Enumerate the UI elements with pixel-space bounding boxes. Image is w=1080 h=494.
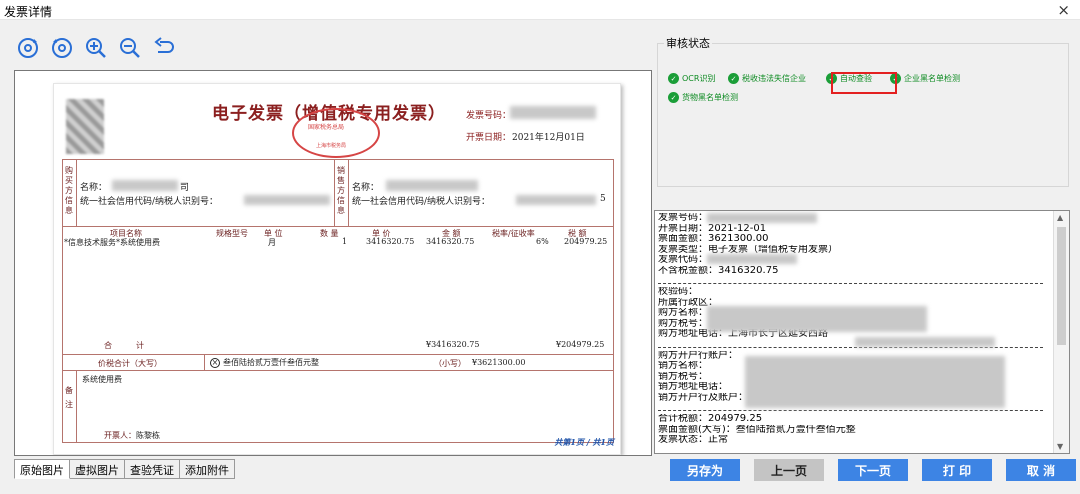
detail-line: 不含税金额：3416320.75 bbox=[658, 265, 779, 276]
zoom-out-icon[interactable] bbox=[116, 34, 144, 62]
redact-1 bbox=[707, 213, 817, 223]
redact-3 bbox=[707, 306, 927, 332]
check-icon: ✓ bbox=[668, 73, 679, 84]
zoom-in-icon[interactable] bbox=[82, 34, 110, 62]
cancel-button[interactable]: 取 消 bbox=[1006, 459, 1076, 481]
invoice-image-viewer[interactable]: 电子发票（增值税专用发票） 国家税务总局 上海市税务局 发票号码： 开票日期： … bbox=[14, 70, 652, 456]
invoice-date-label: 开票日期： bbox=[466, 133, 512, 143]
buyer-name-redacted bbox=[112, 180, 178, 191]
highlight-box bbox=[831, 72, 897, 94]
buyer-name-suffix: 司 bbox=[180, 183, 190, 193]
chip-goods-blacklist-label: 货物黑名单检测 bbox=[682, 93, 738, 102]
item-amount: 3416320.75 bbox=[426, 237, 475, 246]
redact-4 bbox=[855, 337, 995, 347]
col-header-spec: 规格型号 bbox=[216, 229, 248, 238]
image-toolbar bbox=[14, 34, 178, 64]
action-buttons: 另存为 上一页 下一页 打 印 取 消 bbox=[670, 459, 1076, 481]
issuer-name: 陈黎栋 bbox=[136, 431, 160, 440]
audit-status-group: 审核状态 ✓ OCR识别 ✓ 税收违法失信企业 ✓ 自动查验 ✓ 企业黑名单检测 ✓ 货物… bbox=[657, 35, 1069, 187]
detail-line: 票面金额：3621300.00 bbox=[658, 234, 769, 244]
chip-company-blacklist-label: 企业黑名单检测 bbox=[904, 74, 960, 83]
chip-tax-violation[interactable]: ✓ 税收违法失信企业 bbox=[728, 73, 806, 84]
invoice-date: 2021年12月01日 bbox=[512, 133, 585, 143]
col-header-qty: 数 量 bbox=[320, 229, 339, 238]
item-name: *信息技术服务*系统使用费 bbox=[64, 238, 160, 247]
buyer-name-label: 名称： bbox=[80, 183, 108, 193]
detail-line: 票面金额(大写)：叁佰陆拾贰万壹仟叁佰元整 bbox=[658, 424, 856, 435]
item-price: 3416320.75 bbox=[366, 237, 415, 246]
seller-block-label: 销售方信息 bbox=[337, 166, 345, 215]
seller-tax-redacted bbox=[516, 195, 596, 205]
print-button[interactable]: 打 印 bbox=[922, 459, 992, 481]
window-title: 发票详情 bbox=[4, 5, 53, 19]
seller-name-redacted bbox=[386, 180, 478, 191]
sum-lower: ¥3621300.00 bbox=[472, 358, 526, 367]
check-icon: ✓ bbox=[668, 92, 679, 103]
seal-text-top: 国家税务总局 bbox=[308, 124, 345, 131]
item-unit: 月 bbox=[268, 238, 276, 247]
qr-code bbox=[66, 99, 104, 154]
seal-text-bottom: 上海市税务局 bbox=[316, 143, 347, 149]
remark-label: 备注 bbox=[65, 386, 73, 409]
remark-text: 系统使用费 bbox=[82, 375, 122, 384]
title-bar: 发票详情 × bbox=[0, 0, 1080, 20]
next-page-button[interactable]: 下一页 bbox=[838, 459, 908, 481]
item-tax: 204979.25 bbox=[564, 237, 608, 246]
sum-label: 价税合计（大写） bbox=[98, 359, 162, 368]
chip-company-blacklist[interactable]: ✓ 企业黑名单检测 bbox=[890, 73, 960, 84]
tab-add-attachment[interactable]: 添加附件 bbox=[180, 459, 235, 479]
chip-ocr-label: OCR识别 bbox=[682, 74, 716, 83]
total-tax: ¥204979.25 bbox=[556, 340, 605, 349]
buyer-tax-label: 统一社会信用代码/纳税人识别号： bbox=[80, 197, 219, 207]
tax-seal: 国家税务总局 上海市税务局 bbox=[292, 108, 380, 158]
chip-tax-violation-label: 税收违法失信企业 bbox=[742, 74, 806, 83]
total-label: 合 计 bbox=[104, 341, 144, 350]
invoice-page: 电子发票（增值税专用发票） 国家税务总局 上海市税务局 发票号码： 开票日期： … bbox=[53, 83, 621, 455]
detail-line: 发票状态：正常 bbox=[658, 435, 728, 445]
page-indicator: 共第1页 / 共1页 bbox=[554, 437, 614, 447]
check-icon: ✓ bbox=[728, 73, 739, 84]
col-header-rate: 税率/征收率 bbox=[492, 229, 535, 238]
detail-line: 开票日期：2021-12-01 bbox=[658, 223, 767, 234]
sum-lower-label: （小写） bbox=[434, 359, 466, 368]
buyer-block-label: 购买方信息 bbox=[65, 166, 73, 215]
seller-tax-label: 统一社会信用代码/纳税人识别号： bbox=[352, 197, 491, 207]
total-amount: ¥3416320.75 bbox=[426, 340, 480, 349]
prev-page-button[interactable]: 上一页 bbox=[754, 459, 824, 481]
scroll-down-icon[interactable]: ▼ bbox=[1057, 442, 1063, 451]
seller-name-label: 名称： bbox=[352, 183, 380, 193]
rotate-left-icon[interactable] bbox=[48, 34, 76, 62]
save-as-button[interactable]: 另存为 bbox=[670, 459, 740, 481]
issuer-label: 开票人： bbox=[104, 431, 136, 440]
seller-tax-tail: 5 bbox=[600, 194, 606, 204]
chip-goods-blacklist[interactable]: ✓ 货物黑名单检测 bbox=[668, 92, 738, 103]
close-icon[interactable]: × bbox=[1057, 1, 1070, 19]
invoice-number-label: 发票号码： bbox=[466, 111, 512, 121]
image-tabs: 原始图片 虚拟图片 查验凭证 添加附件 bbox=[14, 459, 235, 479]
detail-scrollbar[interactable]: ▲ ▼ bbox=[1053, 211, 1069, 453]
chip-ocr[interactable]: ✓ OCR识别 bbox=[668, 73, 715, 84]
tab-virtual-image[interactable]: 虚拟图片 bbox=[70, 459, 125, 479]
detail-line: 校验码： bbox=[658, 287, 698, 297]
cross-circle-icon: × bbox=[210, 358, 220, 368]
tab-verification-voucher[interactable]: 查验凭证 bbox=[125, 459, 180, 479]
redact-5 bbox=[745, 356, 1005, 408]
invoice-number-redacted bbox=[510, 106, 596, 119]
undo-icon[interactable] bbox=[150, 34, 178, 62]
tab-original-image[interactable]: 原始图片 bbox=[14, 459, 70, 479]
detail-line: 合计税额：204979.25 bbox=[658, 414, 763, 424]
sum-upper-text: 叁佰陆拾贰万壹仟叁佰元整 bbox=[223, 358, 319, 367]
detail-separator bbox=[658, 276, 1043, 284]
scroll-thumb[interactable] bbox=[1057, 227, 1066, 345]
sum-upper: × 叁佰陆拾贰万壹仟叁佰元整 bbox=[210, 357, 319, 368]
item-qty: 1 bbox=[342, 237, 348, 246]
redact-2 bbox=[707, 254, 797, 264]
rotate-right-icon[interactable] bbox=[14, 34, 42, 62]
audit-status-legend: 审核状态 bbox=[666, 37, 710, 50]
item-rate: 6% bbox=[536, 237, 549, 246]
invoice-detail-text[interactable]: 发票号码： 开票日期：2021-12-01 票面金额：3621300.00 发票类型：… bbox=[654, 210, 1070, 454]
buyer-tax-redacted bbox=[244, 195, 330, 205]
scroll-up-icon[interactable]: ▲ bbox=[1057, 213, 1063, 222]
